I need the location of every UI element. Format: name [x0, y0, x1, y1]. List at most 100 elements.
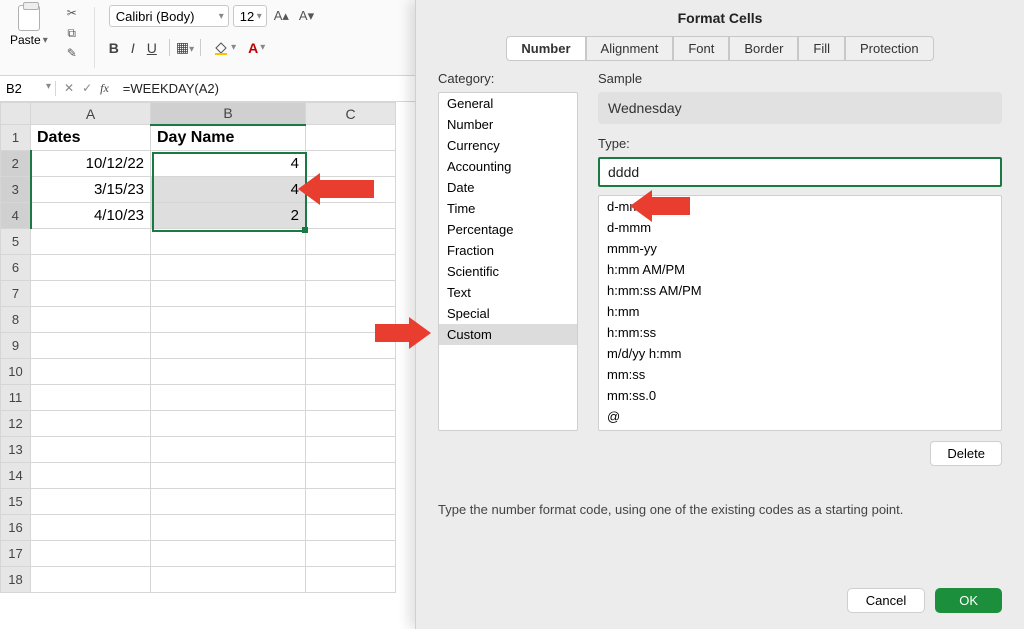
category-item-custom[interactable]: Custom: [439, 324, 577, 345]
cell-A8[interactable]: [31, 307, 151, 333]
cell-B5[interactable]: [151, 229, 306, 255]
copy-icon[interactable]: ⧉: [64, 25, 80, 41]
underline-button[interactable]: U: [147, 40, 157, 56]
column-header-B[interactable]: B: [151, 103, 306, 125]
format-codes-listbox[interactable]: d-mmm-yyd-mmmmmm-yyh:mm AM/PMh:mm:ss AM/…: [598, 195, 1002, 431]
category-item-time[interactable]: Time: [439, 198, 577, 219]
category-listbox[interactable]: GeneralNumberCurrencyAccountingDateTimeP…: [438, 92, 578, 431]
cell-C7[interactable]: [306, 281, 396, 307]
category-item-general[interactable]: General: [439, 93, 577, 114]
sheet-grid[interactable]: ABC1DatesDay Name210/12/22433/15/23444/1…: [0, 102, 396, 593]
row-header-14[interactable]: 14: [1, 463, 31, 489]
decrease-font-size[interactable]: A▾: [296, 8, 317, 24]
format-code-item[interactable]: h:mm:ss: [599, 322, 1001, 343]
category-item-currency[interactable]: Currency: [439, 135, 577, 156]
cell-A18[interactable]: [31, 567, 151, 593]
cut-icon[interactable]: ✂: [64, 5, 80, 21]
font-name-combo[interactable]: Calibri (Body) ▾: [109, 5, 229, 27]
name-box[interactable]: B2 ▾: [0, 81, 56, 96]
format-code-item[interactable]: mmm-yy: [599, 238, 1001, 259]
row-header-18[interactable]: 18: [1, 567, 31, 593]
cell-C6[interactable]: [306, 255, 396, 281]
row-header-16[interactable]: 16: [1, 515, 31, 541]
format-code-item[interactable]: mm:ss.0: [599, 385, 1001, 406]
row-header-5[interactable]: 5: [1, 229, 31, 255]
cell-B6[interactable]: [151, 255, 306, 281]
borders-button[interactable]: ▦▾: [169, 39, 201, 56]
format-code-item[interactable]: h:mm: [599, 301, 1001, 322]
row-header-10[interactable]: 10: [1, 359, 31, 385]
cell-C11[interactable]: [306, 385, 396, 411]
cell-B11[interactable]: [151, 385, 306, 411]
row-header-11[interactable]: 11: [1, 385, 31, 411]
cancel-button[interactable]: Cancel: [847, 588, 925, 613]
cell-A9[interactable]: [31, 333, 151, 359]
cell-B4[interactable]: 2: [151, 203, 306, 229]
cell-A1[interactable]: Dates: [31, 125, 151, 151]
cell-B17[interactable]: [151, 541, 306, 567]
format-code-item[interactable]: @: [599, 406, 1001, 427]
cell-C5[interactable]: [306, 229, 396, 255]
cell-C15[interactable]: [306, 489, 396, 515]
cell-C17[interactable]: [306, 541, 396, 567]
bold-button[interactable]: B: [109, 40, 119, 56]
row-header-7[interactable]: 7: [1, 281, 31, 307]
cell-A12[interactable]: [31, 411, 151, 437]
cancel-formula-icon[interactable]: ✕: [64, 81, 74, 96]
category-item-special[interactable]: Special: [439, 303, 577, 324]
cell-C14[interactable]: [306, 463, 396, 489]
row-header-9[interactable]: 9: [1, 333, 31, 359]
font-color-button[interactable]: A ▾: [248, 40, 265, 56]
category-item-percentage[interactable]: Percentage: [439, 219, 577, 240]
cell-B9[interactable]: [151, 333, 306, 359]
tab-fill[interactable]: Fill: [798, 36, 845, 61]
cell-C10[interactable]: [306, 359, 396, 385]
format-code-item[interactable]: m/d/yy h:mm: [599, 343, 1001, 364]
format-code-item[interactable]: h:mm AM/PM: [599, 259, 1001, 280]
cell-A13[interactable]: [31, 437, 151, 463]
formula-text[interactable]: =WEEKDAY(A2): [117, 81, 225, 96]
category-item-number[interactable]: Number: [439, 114, 577, 135]
cell-A2[interactable]: 10/12/22: [31, 151, 151, 177]
category-item-scientific[interactable]: Scientific: [439, 261, 577, 282]
cell-B3[interactable]: 4: [151, 177, 306, 203]
format-code-item[interactable]: h:mm:ss AM/PM: [599, 280, 1001, 301]
cell-A6[interactable]: [31, 255, 151, 281]
fill-color-button[interactable]: ▾: [213, 40, 236, 56]
cell-B2[interactable]: 4: [151, 151, 306, 177]
cell-C13[interactable]: [306, 437, 396, 463]
column-header-A[interactable]: A: [31, 103, 151, 125]
row-header-3[interactable]: 3: [1, 177, 31, 203]
delete-button[interactable]: Delete: [930, 441, 1002, 466]
cell-A14[interactable]: [31, 463, 151, 489]
cell-A16[interactable]: [31, 515, 151, 541]
row-header-1[interactable]: 1: [1, 125, 31, 151]
fx-icon[interactable]: fx: [100, 81, 109, 96]
cell-A15[interactable]: [31, 489, 151, 515]
cell-B10[interactable]: [151, 359, 306, 385]
row-header-12[interactable]: 12: [1, 411, 31, 437]
cell-C3[interactable]: [306, 177, 396, 203]
tab-border[interactable]: Border: [729, 36, 798, 61]
cell-C1[interactable]: [306, 125, 396, 151]
cell-C12[interactable]: [306, 411, 396, 437]
cell-C9[interactable]: [306, 333, 396, 359]
ok-button[interactable]: OK: [935, 588, 1002, 613]
format-code-item[interactable]: d-mmm-yy: [599, 196, 1001, 217]
format-painter-icon[interactable]: ✎: [64, 45, 80, 61]
format-code-item[interactable]: mm:ss: [599, 364, 1001, 385]
category-item-text[interactable]: Text: [439, 282, 577, 303]
row-header-2[interactable]: 2: [1, 151, 31, 177]
cell-A5[interactable]: [31, 229, 151, 255]
category-item-fraction[interactable]: Fraction: [439, 240, 577, 261]
row-header-15[interactable]: 15: [1, 489, 31, 515]
paste-button[interactable]: Paste ▾: [10, 5, 48, 47]
cell-B14[interactable]: [151, 463, 306, 489]
cell-C2[interactable]: [306, 151, 396, 177]
type-input[interactable]: [598, 157, 1002, 187]
tab-number[interactable]: Number: [506, 36, 585, 61]
font-size-combo[interactable]: 12 ▾: [233, 5, 267, 27]
cell-B1[interactable]: Day Name: [151, 125, 306, 151]
confirm-formula-icon[interactable]: ✓: [82, 81, 92, 96]
cell-A10[interactable]: [31, 359, 151, 385]
